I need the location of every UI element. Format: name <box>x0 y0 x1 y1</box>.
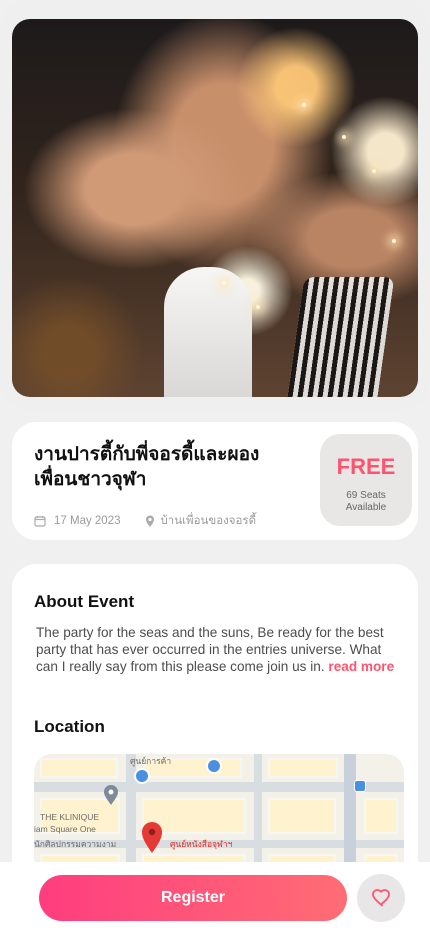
hero-card <box>0 0 430 410</box>
sparkle <box>342 135 346 139</box>
hero-striped-dress-shape <box>287 277 395 397</box>
seats-count-label: 69 Seats <box>346 490 386 501</box>
event-title: งานปารตี้กับพี่จอรดี้และผองเพื่อนชาวจุฬา <box>34 444 260 490</box>
about-section-title: About Event <box>34 592 135 611</box>
map-label-beauty: นักศิลปกรรมความงาม <box>34 839 117 849</box>
bottom-action-bar: Register <box>0 862 430 932</box>
event-detail-screen: งานปารตี้กับพี่จอรดี้และผองเพื่อนชาวจุฬา… <box>0 0 430 932</box>
shopping-poi-icon[interactable] <box>134 768 150 784</box>
event-date-label: 17 May 2023 <box>54 515 121 527</box>
map-label-square-one: iam Square One <box>34 824 96 834</box>
price-label: FREE <box>336 454 396 479</box>
heart-icon <box>371 889 391 907</box>
seats-available: 69 Seats Available <box>320 490 412 514</box>
calendar-icon <box>34 515 46 527</box>
hero-shirt-shape <box>164 267 252 397</box>
register-button[interactable]: Register <box>39 875 347 921</box>
map-building <box>268 758 338 778</box>
event-location-label: บ้านเพื่อนของจอรดี้ <box>160 515 257 527</box>
sparkle <box>222 281 226 285</box>
map-pin-gray-icon <box>104 785 118 805</box>
shopping-poi-icon[interactable] <box>206 758 222 774</box>
map-building <box>268 798 336 834</box>
map-building <box>40 758 118 778</box>
location-pin-icon <box>145 515 155 528</box>
transit-poi-icon[interactable] <box>354 780 366 792</box>
read-more-link[interactable]: read more <box>328 659 394 674</box>
map-label-mall: ศูนย์การค้า <box>130 756 172 766</box>
event-summary-card: งานปารตี้กับพี่จอรดี้และผองเพื่อนชาวจุฬา… <box>12 422 418 540</box>
event-hero-image <box>12 19 418 397</box>
sparkle <box>392 239 396 243</box>
sparkle <box>302 103 306 107</box>
sparkle <box>256 305 260 309</box>
about-event-text: The party for the seas and the suns, Be … <box>36 624 396 676</box>
seats-available-label: Available <box>345 502 387 513</box>
map-label-klinique: THE KLINIQUE <box>40 812 100 822</box>
favorite-button[interactable] <box>357 874 405 922</box>
map-label-book-center: ศูนย์หนังสือจุฬาฯ <box>170 839 233 849</box>
location-section-title: Location <box>34 717 105 736</box>
sparkle <box>372 169 376 173</box>
price-badge: FREE 69 Seats Available <box>320 434 412 526</box>
event-meta: 17 May 2023 บ้านเพื่อนของจอรดี้ <box>34 512 280 530</box>
event-location: บ้านเพื่อนของจอรดี้ <box>145 512 257 530</box>
map-pin-red-icon <box>142 822 162 853</box>
event-date: 17 May 2023 <box>34 515 121 527</box>
map-building <box>364 798 398 834</box>
